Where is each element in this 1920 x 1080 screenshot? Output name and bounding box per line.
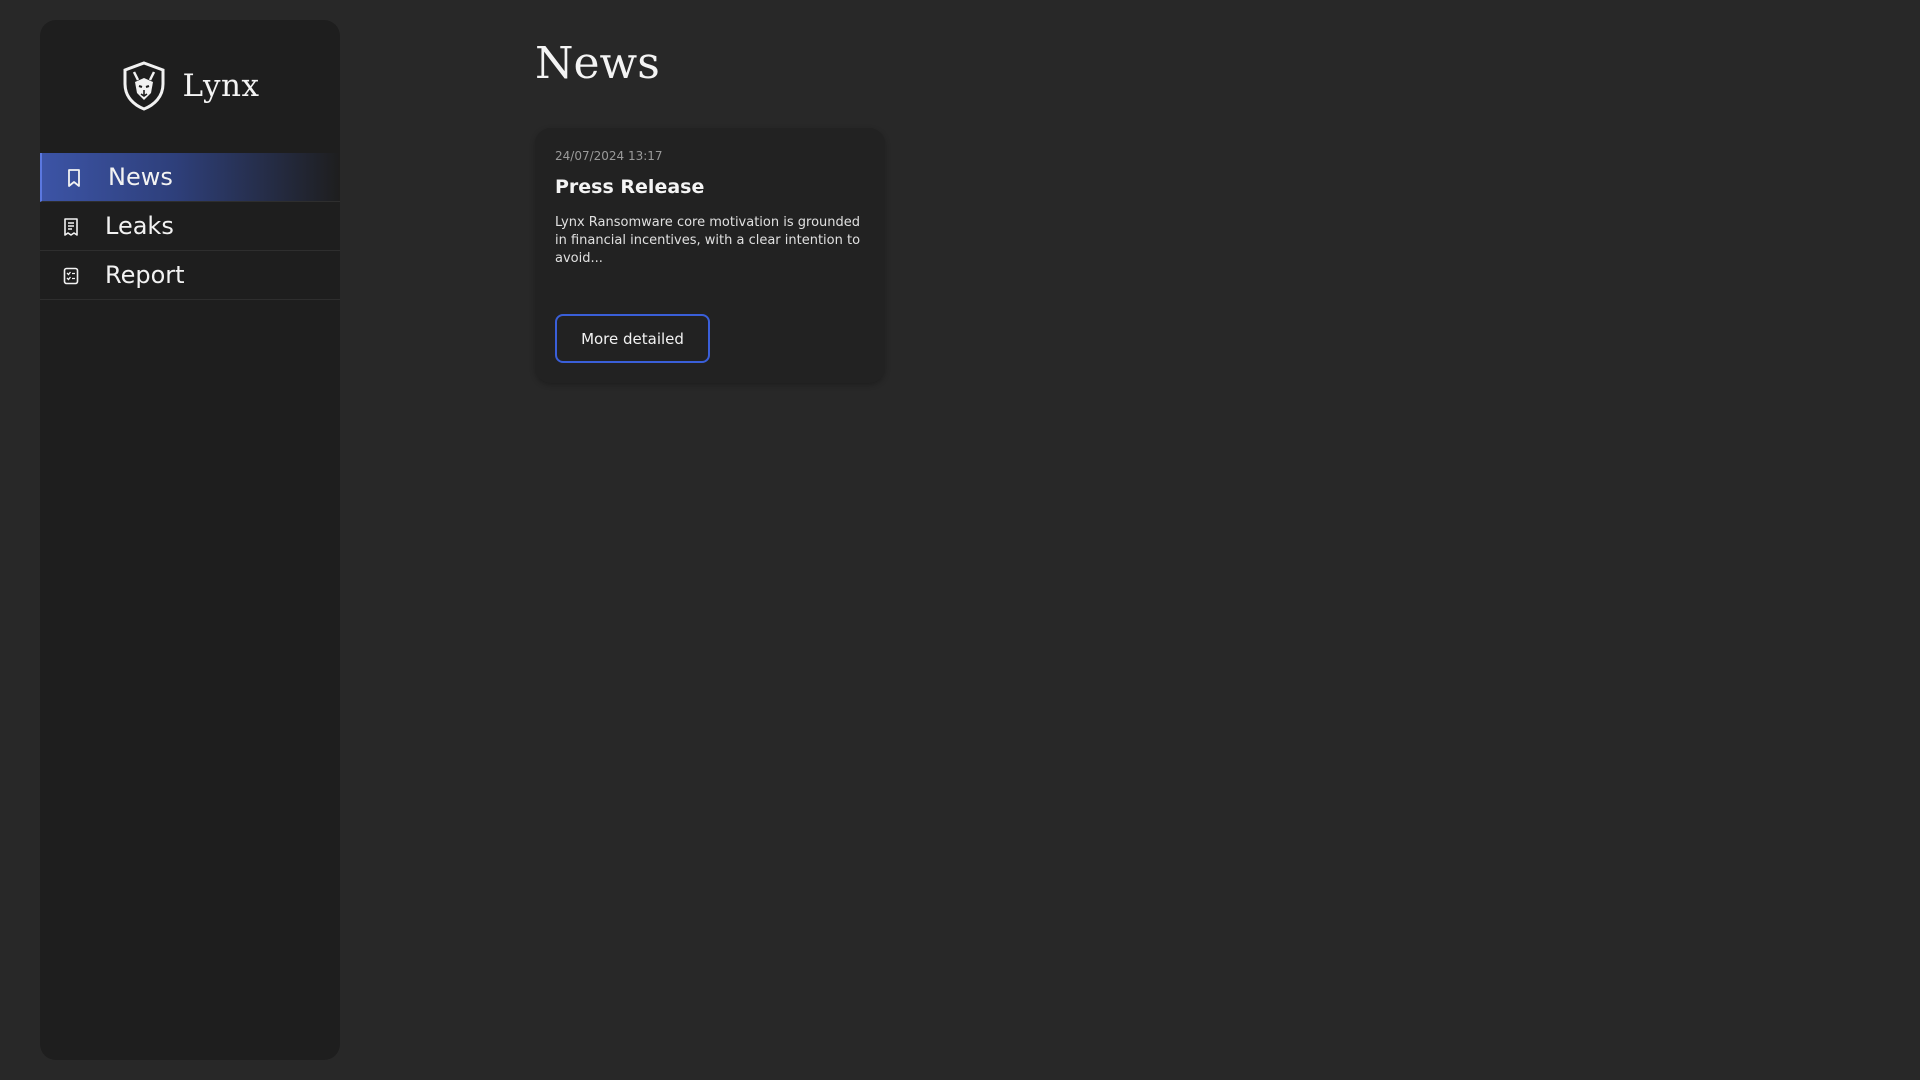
sidebar: Lynx News Leaks Report: [40, 20, 340, 1060]
sidebar-item-label: Leaks: [105, 212, 174, 240]
lynx-shield-logo: [123, 61, 165, 111]
news-card: 24/07/2024 13:17 Press Release Lynx Rans…: [535, 128, 885, 383]
sidebar-nav: News Leaks Report: [40, 153, 340, 300]
sidebar-item-leaks[interactable]: Leaks: [40, 202, 340, 251]
checklist-icon: [63, 267, 79, 285]
brand[interactable]: Lynx: [40, 58, 340, 114]
sidebar-item-label: News: [108, 163, 173, 191]
more-detailed-button[interactable]: More detailed: [555, 314, 710, 363]
sidebar-item-report[interactable]: Report: [40, 251, 340, 300]
bookmark-icon: [68, 169, 80, 187]
brand-name: Lynx: [182, 68, 260, 104]
sidebar-item-label: Report: [105, 261, 185, 289]
page-title: News: [535, 38, 660, 89]
news-card-date: 24/07/2024 13:17: [555, 149, 663, 163]
receipt-icon: [64, 218, 78, 236]
news-card-excerpt: Lynx Ransomware core motivation is groun…: [555, 215, 861, 266]
news-card-title: Press Release: [555, 176, 705, 198]
sidebar-item-news[interactable]: News: [40, 153, 340, 202]
